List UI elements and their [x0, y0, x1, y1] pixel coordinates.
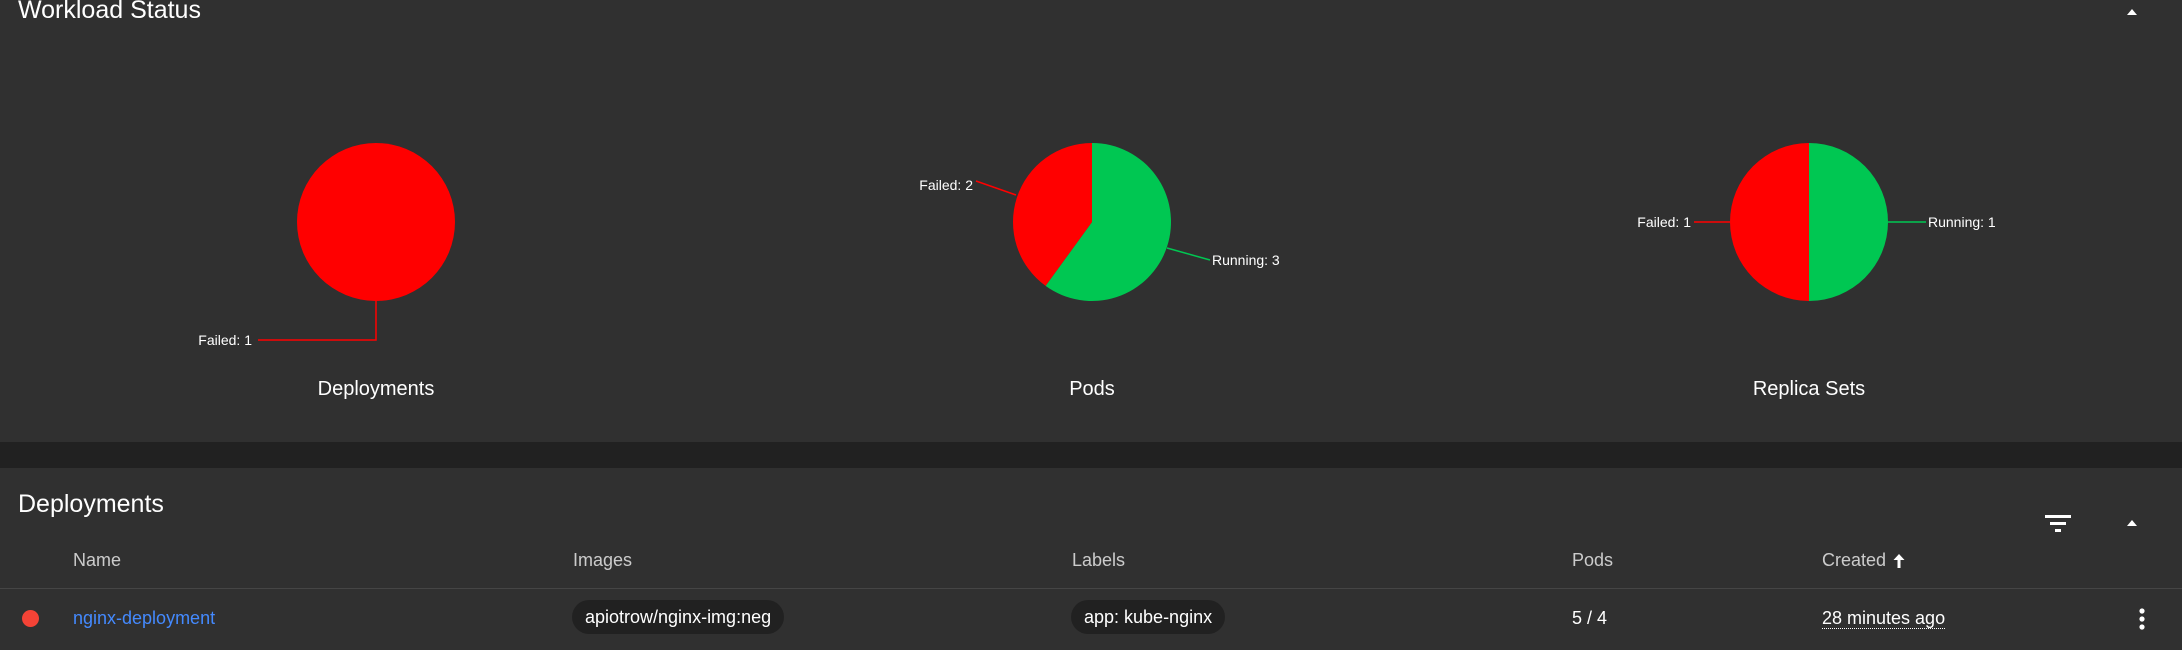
label-chip: app: kube-nginx	[1071, 600, 1226, 634]
pie-callout-line-failed	[258, 301, 377, 341]
filter-icon	[2045, 515, 2071, 532]
pie-label-failed: Failed: 1	[1637, 214, 1691, 230]
pie-slice-failed	[1730, 143, 1809, 301]
more-vert-icon	[2139, 608, 2145, 630]
column-header-images: Images	[573, 550, 633, 570]
chevron-up-icon	[2127, 520, 2137, 526]
replica-sets-chart-caption: Replica Sets	[1752, 378, 1866, 400]
pie-label-running: Running: 3	[1212, 252, 1280, 268]
arrow-up-icon	[1893, 553, 1905, 568]
column-header-name[interactable]: Name	[73, 550, 121, 571]
row-actions-button[interactable]	[2122, 599, 2162, 639]
deployments-title: Deployments	[18, 490, 164, 518]
image-chip: apiotrow/nginx-img:neg	[572, 600, 785, 634]
deployments-card: Deployments Name Images Labels Pods Crea…	[0, 468, 2182, 650]
column-header-pods: Pods	[1572, 550, 1614, 570]
pie-callout-line-failed	[975, 180, 1017, 196]
deployment-name-link[interactable]: nginx-deployment	[73, 608, 215, 628]
collapse-deployments-button[interactable]	[2112, 503, 2152, 543]
pie-callout-line-running	[1166, 247, 1211, 261]
pods-chart-caption: Pods	[1069, 378, 1115, 400]
deployments-pie-chart: Failed: 1	[198, 143, 455, 348]
pods-pie-chart: Running: 3 Failed: 2	[919, 143, 1280, 301]
replica-sets-pie-chart: Running: 1 Failed: 1	[1637, 143, 1996, 301]
pie-label-failed: Failed: 1	[198, 332, 252, 348]
workload-status-card: Workload Status Failed: 1 Running: 3 Fail…	[0, 0, 2182, 442]
workload-charts: Failed: 1 Running: 3 Failed: 2 Running: 1…	[198, 143, 1996, 348]
column-header-created[interactable]: Created	[1822, 550, 1906, 571]
deployments-chart-caption: Deployments	[317, 378, 435, 400]
header-divider	[0, 588, 2182, 589]
pie-slice-failed	[297, 143, 455, 301]
created-time-text: 28 minutes ago	[1822, 608, 1946, 629]
deployment-name-cell: nginx-deployment	[73, 608, 215, 629]
pie-label-running: Running: 1	[1928, 214, 1996, 230]
column-header-labels: Labels	[1072, 550, 1126, 570]
pie-slice-running	[1809, 143, 1888, 301]
created-time: 28 minutes ago	[1822, 608, 1946, 629]
status-indicator	[22, 610, 39, 627]
pods-count: 5 / 4	[1572, 608, 1608, 628]
section-gap	[0, 442, 2182, 468]
pie-label-failed: Failed: 2	[919, 177, 973, 193]
filter-button[interactable]	[2038, 503, 2078, 543]
column-header-created-label: Created	[1822, 550, 1887, 570]
